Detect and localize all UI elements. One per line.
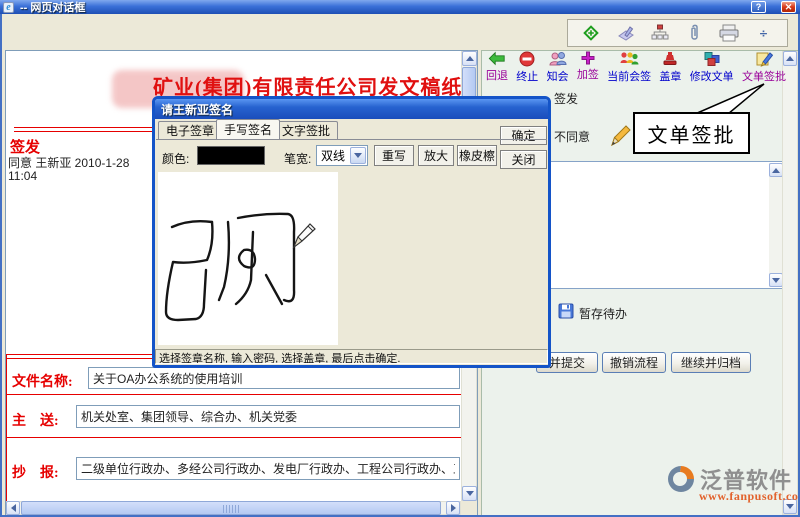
doc-scroll-down-button[interactable] — [462, 486, 477, 501]
tab-handwritten-signature[interactable]: 手写签名 — [216, 119, 280, 139]
disagree-option[interactable]: 不同意 — [554, 128, 590, 145]
handwriting-strokes — [158, 172, 338, 345]
doc-hscroll-thumb[interactable] — [21, 501, 441, 515]
watermark-site: www.fanpusoft.com — [699, 489, 800, 504]
doc-rule-1 — [6, 394, 477, 395]
stop-icon — [519, 51, 535, 67]
action-item-addsign[interactable]: 加签 — [577, 51, 599, 85]
pencil-cursor-icon — [291, 220, 317, 250]
issue-text-line2: 11:04 — [8, 169, 37, 183]
help-button[interactable]: ? — [751, 1, 766, 13]
enlarge-button[interactable]: 放大 — [418, 145, 454, 166]
color-label: 颜色: — [162, 150, 189, 167]
color-swatch[interactable] — [197, 146, 265, 165]
field-label-docname: 文件名称: — [12, 371, 73, 391]
webpage-dialog-window: e -- 网页对话框 ? ✕ ÷ 矿业(集团)有限责任公司发文稿纸 签发 同意 … — [0, 0, 800, 517]
archive-button[interactable]: 继续并归档 — [671, 352, 751, 373]
doc-rule-2 — [6, 437, 477, 438]
dropdown-arrow-icon[interactable] — [350, 147, 366, 164]
rewrite-button[interactable]: 重写 — [374, 145, 414, 166]
field-label-mainto: 主 送: — [12, 410, 59, 430]
dialog-body: 电子签章 手写签名 文字签批 颜色: 笔宽: 双线 重写 放大 橡皮檫 确定 关… — [155, 119, 548, 365]
callout-box: 文单签批 — [633, 112, 750, 154]
dialog-close-button[interactable]: 关闭 — [500, 150, 547, 169]
signature-pad-icon[interactable] — [615, 22, 637, 44]
doc-scroll-left-button[interactable] — [6, 501, 20, 515]
field-input-mainto[interactable] — [76, 405, 460, 428]
comment-textarea[interactable] — [546, 161, 785, 289]
comment-scrollbar[interactable] — [769, 163, 783, 287]
callout-label: 文单签批 — [648, 119, 736, 148]
signature-dialog: 请王新亚签名 电子签章 手写签名 文字签批 颜色: 笔宽: 双线 重写 放大 橡… — [152, 96, 551, 368]
doc-left-rule — [6, 354, 7, 501]
navigate-icon[interactable] — [580, 22, 602, 44]
print-icon[interactable] — [718, 22, 740, 44]
tab-baseline — [156, 139, 547, 140]
action-item-terminate[interactable]: 终止 — [516, 51, 538, 85]
comment-scroll-down-button[interactable] — [769, 273, 783, 287]
scroll-corner — [461, 501, 477, 516]
flowchart-icon[interactable] — [649, 22, 671, 44]
window-title: -- 网页对话框 — [20, 0, 85, 15]
field-input-copyto[interactable] — [76, 457, 460, 480]
pen-width-select[interactable]: 双线 — [316, 145, 368, 166]
modify-doc-icon — [703, 51, 721, 67]
revoke-flow-button[interactable]: 撤销流程 — [602, 352, 666, 373]
comment-scroll-up-button[interactable] — [769, 163, 783, 177]
signature-canvas[interactable] — [158, 172, 338, 345]
ie-icon: e — [3, 2, 14, 13]
watermark-logo — [666, 464, 696, 494]
pen-width-value: 双线 — [321, 147, 345, 164]
dialog-titlebar[interactable]: 请王新亚签名 — [155, 99, 548, 119]
tab-electronic-seal[interactable]: 电子签章 — [158, 121, 222, 139]
field-label-copyto: 抄 报: — [12, 462, 59, 482]
eraser-button[interactable]: 橡皮檫 — [457, 145, 497, 166]
top-toolbar: ÷ — [567, 19, 788, 47]
ok-button[interactable]: 确定 — [500, 126, 547, 145]
panel-vscrollbar[interactable] — [782, 51, 798, 515]
stamp-icon — [662, 51, 678, 67]
attachment-icon[interactable] — [684, 22, 706, 44]
toolbar-more-icon[interactable]: ÷ — [753, 22, 775, 44]
dialog-title: 请王新亚签名 — [161, 101, 233, 118]
action-item-rollback[interactable]: 回退 — [486, 51, 508, 85]
pencil-icon[interactable] — [609, 123, 632, 148]
dialog-statusbar: 选择签章名称, 输入密码, 选择盖章, 最后点击确定. — [155, 349, 548, 364]
sign-approve-icon — [755, 51, 773, 67]
notify-people-icon — [549, 51, 567, 67]
close-button[interactable]: ✕ — [781, 1, 796, 13]
tab-text-approval[interactable]: 文字签批 — [274, 121, 338, 139]
save-draft-icon[interactable] — [558, 303, 574, 319]
pen-width-label: 笔宽: — [284, 150, 311, 167]
doc-scroll-up-button[interactable] — [462, 51, 477, 66]
back-arrow-icon — [488, 51, 506, 66]
field-input-docname[interactable] — [88, 367, 460, 389]
window-titlebar: e -- 网页对话框 ? ✕ — [0, 0, 800, 14]
panel-sign-label: 签发 — [554, 90, 578, 107]
action-item-notify[interactable]: 知会 — [547, 51, 569, 85]
save-draft-label[interactable]: 暂存待办 — [579, 305, 627, 322]
doc-scroll-right-button[interactable] — [446, 501, 460, 515]
add-sign-icon — [581, 51, 595, 65]
countersign-icon — [619, 51, 639, 67]
